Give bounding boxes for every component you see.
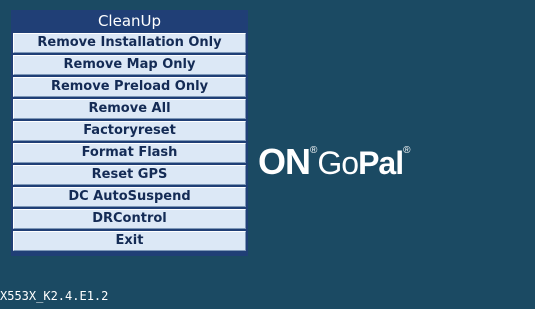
logo-go-text: Go [317, 145, 359, 181]
drcontrol-button[interactable]: DRControl [13, 209, 246, 229]
logo-registered-mark-2: ® [403, 145, 411, 156]
dc-autosuspend-button[interactable]: DC AutoSuspend [13, 187, 246, 207]
reset-gps-button[interactable]: Reset GPS [13, 165, 246, 185]
firmware-version: X553X_K2.4.E1.2 [0, 289, 109, 303]
gopal-logo: ON®GoPal® [258, 141, 411, 182]
remove-installation-only-button[interactable]: Remove Installation Only [13, 33, 246, 53]
remove-preload-only-button[interactable]: Remove Preload Only [13, 77, 246, 97]
logo-registered-mark: ® [310, 145, 318, 156]
logo-pal-text: Pal [358, 145, 404, 181]
format-flash-button[interactable]: Format Flash [13, 143, 246, 163]
factoryreset-button[interactable]: Factoryreset [13, 121, 246, 141]
remove-all-button[interactable]: Remove All [13, 99, 246, 119]
cleanup-menu: CleanUp Remove Installation Only Remove … [11, 10, 248, 256]
remove-map-only-button[interactable]: Remove Map Only [13, 55, 246, 75]
logo-on-text: ON [258, 141, 311, 182]
exit-button[interactable]: Exit [13, 231, 246, 251]
menu-items: Remove Installation Only Remove Map Only… [11, 33, 248, 251]
menu-title: CleanUp [97, 12, 162, 30]
